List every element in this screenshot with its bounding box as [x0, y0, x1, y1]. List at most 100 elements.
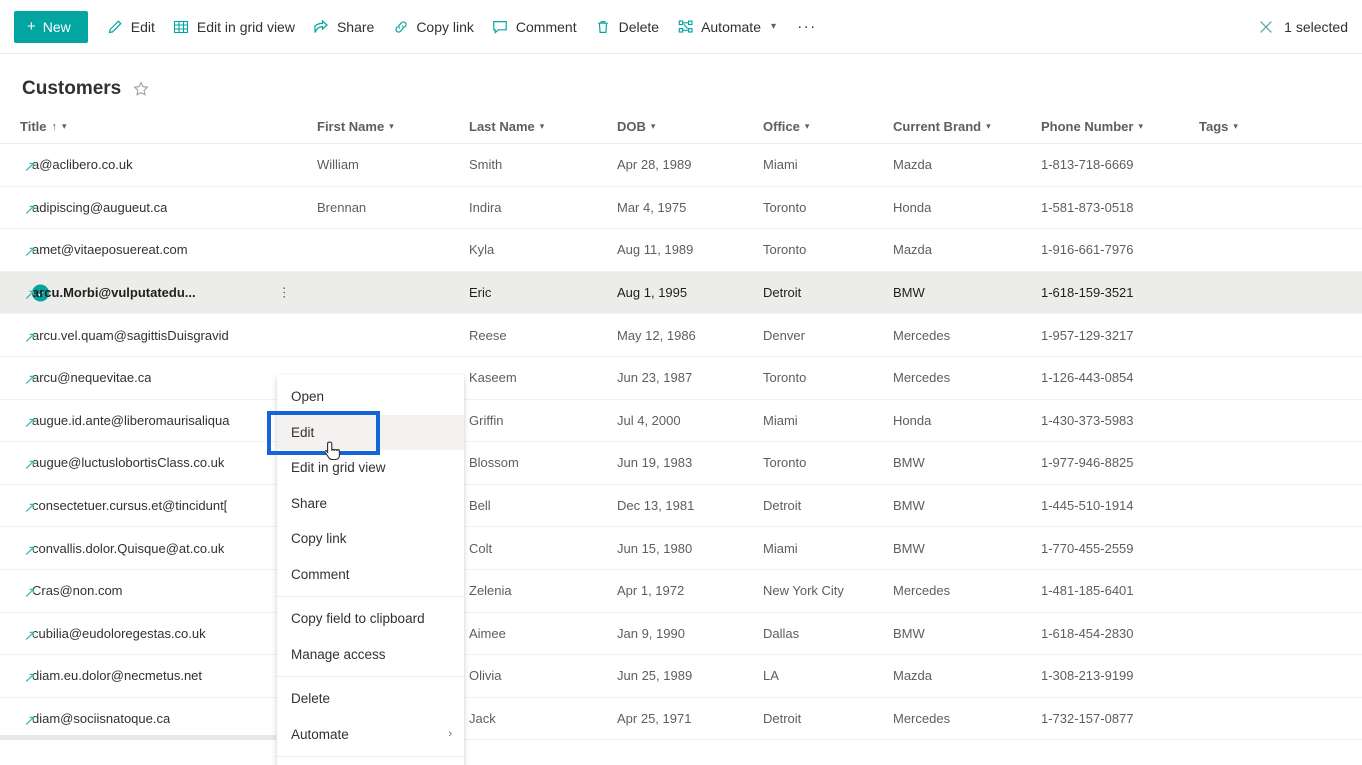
context-menu-item-share[interactable]: Share: [277, 486, 464, 522]
cell-phone-number: 1-770-455-2559: [1041, 540, 1134, 556]
column-header-title[interactable]: Title ↑ ▾: [20, 110, 317, 144]
cell-title[interactable]: augue@luctuslobortisClass.co.uk⋯: [20, 455, 317, 470]
table-row[interactable]: augue.id.ante@liberomaurisaliqua⋯ Griffin…: [0, 400, 1362, 443]
column-header-last-name[interactable]: Last Name ▾: [469, 110, 617, 144]
toolbar-share-button[interactable]: Share: [304, 9, 383, 45]
table-row[interactable]: arcu.Morbi@vulputatedu... ⋯ Eric Aug 1, 199…: [0, 271, 1362, 315]
cell-title[interactable]: convallis.dolor.Quisque@at.co.uk⋯: [20, 541, 317, 556]
cell-office: Detroit: [763, 285, 802, 301]
link-icon: [392, 18, 409, 35]
chevron-down-icon: ▾: [650, 121, 656, 131]
context-menu-item-comment[interactable]: Comment: [277, 557, 464, 593]
chevron-down-icon: ▾: [771, 21, 777, 32]
column-header-dob[interactable]: DOB ▾: [617, 110, 763, 144]
cell-dob: Jul 4, 2000: [617, 412, 681, 428]
chevron-down-icon: ▾: [1138, 121, 1143, 131]
table-row[interactable]: cubilia@eudoloregestas.co.uk⋯ Aimee Jan 9,…: [0, 613, 1362, 656]
cell-title[interactable]: arcu.Morbi@vulputatedu... ⋯: [20, 285, 317, 300]
table-row[interactable]: convallis.dolor.Quisque@at.co.uk⋯ Colt Jun…: [0, 527, 1362, 570]
column-header-current-brand[interactable]: Current Brand ▾: [893, 110, 1041, 144]
selection-status: 1 selected: [1258, 0, 1348, 54]
cell-last-name: Zelenia: [469, 583, 512, 599]
cell-office: Toronto: [763, 242, 807, 258]
column-header-phone-number[interactable]: Phone Number ▾: [1041, 110, 1199, 144]
new-button[interactable]: + New: [14, 10, 88, 43]
column-header-current-brand-label: Current Brand: [893, 119, 982, 134]
table-row[interactable]: augue@luctuslobortisClass.co.uk⋯ Blossom J…: [0, 442, 1362, 485]
context-menu-item-automate[interactable]: Automate ›: [277, 717, 464, 753]
column-header-office[interactable]: Office ▾: [763, 110, 893, 144]
cell-title-text: convallis.dolor.Quisque@at.co.uk: [32, 540, 225, 556]
context-menu-item-edit[interactable]: Edit: [277, 414, 464, 450]
row-more-options-icon[interactable]: ⋯: [277, 286, 292, 300]
table-row[interactable]: a@aclibero.co.uk⋯William Smith Apr 28, 198…: [0, 144, 1362, 187]
cell-dob: Apr 25, 1971: [617, 711, 692, 727]
sort-ascending-icon: ↑: [51, 120, 58, 133]
context-menu-item-label: Comment: [291, 566, 350, 582]
context-menu-divider: [277, 756, 464, 757]
cell-current-brand: BMW: [893, 455, 925, 471]
toolbar-edit-button[interactable]: Edit: [98, 9, 164, 45]
table-row[interactable]: adipiscing@augueut.ca⋯Brennan Indira Mar 4…: [0, 187, 1362, 230]
cell-title[interactable]: diam@sociisnatoque.ca⋯: [20, 711, 317, 726]
table-row[interactable]: consectetuer.cursus.et@tincidunt[⋯ Bell De…: [0, 485, 1362, 528]
context-menu-divider: [277, 596, 464, 597]
column-header-first-name[interactable]: First Name ▾: [317, 110, 469, 144]
context-menu-item-manage-access[interactable]: Manage access: [277, 637, 464, 673]
cell-title[interactable]: cubilia@eudoloregestas.co.uk⋯: [20, 626, 317, 641]
table-row[interactable]: arcu.vel.quam@sagittisDuisgravid⋯ Reese Ma…: [0, 314, 1362, 357]
toolbar-overflow-button[interactable]: ···: [791, 11, 823, 43]
chevron-right-icon: ›: [448, 728, 452, 741]
context-menu-item-copy-field-to-clipboard[interactable]: Copy field to clipboard: [277, 601, 464, 637]
context-menu-item-label: Copy field to clipboard: [291, 611, 425, 627]
cell-dob: Apr 1, 1972: [617, 583, 685, 599]
cell-title-text: arcu.Morbi@vulputatedu...: [32, 285, 196, 301]
star-icon[interactable]: [133, 81, 149, 97]
table-row[interactable]: amet@vitaeposuereat.com⋯ Kyla Aug 11, 1989…: [0, 229, 1362, 272]
cell-title[interactable]: arcu@nequevitae.ca⋯: [20, 370, 317, 385]
external-link-icon: [24, 289, 36, 300]
context-menu-item-label: Manage access: [291, 646, 386, 662]
trash-icon: [595, 18, 612, 35]
cell-phone-number: 1-977-946-8825: [1041, 455, 1134, 471]
list-grid: Title ↑ ▾ First Name ▾ Last Name ▾ DOB ▾…: [0, 110, 1362, 765]
toolbar-copy-link-button[interactable]: Copy link: [383, 9, 483, 45]
cell-title[interactable]: augue.id.ante@liberomaurisaliqua⋯: [20, 413, 317, 428]
cell-last-name: Indira: [469, 199, 502, 215]
cell-dob: Dec 13, 1981: [617, 498, 695, 514]
cell-title-text: diam@sociisnatoque.ca: [32, 711, 171, 727]
context-menu-item-copy-link[interactable]: Copy link: [277, 521, 464, 557]
cell-office: Detroit: [763, 498, 802, 514]
cell-title-text: consectetuer.cursus.et@tincidunt[: [32, 498, 228, 514]
cell-office: Toronto: [763, 370, 807, 386]
cell-phone-number: 1-732-157-0877: [1041, 711, 1134, 727]
table-row[interactable]: Cras@non.com⋯ Zelenia Apr 1, 1972 New York …: [0, 570, 1362, 613]
toolbar-comment-button[interactable]: Comment: [483, 9, 586, 45]
cell-current-brand: Mazda: [893, 242, 933, 258]
toolbar-automate-button[interactable]: Automate ▾: [668, 9, 785, 45]
table-row[interactable]: arcu@nequevitae.ca⋯ Kaseem Jun 23, 1987 Tor…: [0, 357, 1362, 400]
cell-title[interactable]: consectetuer.cursus.et@tincidunt[⋯: [20, 498, 317, 513]
comment-icon: [492, 18, 509, 35]
table-row[interactable]: diam@sociisnatoque.ca⋯ Jack Apr 25, 1971 De…: [0, 698, 1362, 741]
toolbar-share-label: Share: [336, 18, 375, 35]
close-icon[interactable]: [1258, 19, 1274, 35]
toolbar-edit-in-grid-view-button[interactable]: Edit in grid view: [164, 9, 304, 45]
column-header-tags[interactable]: Tags ▾: [1199, 110, 1299, 144]
cell-title[interactable]: diam.eu.dolor@necmetus.net⋯: [20, 668, 317, 683]
context-menu-item-open[interactable]: Open: [277, 379, 464, 415]
cell-dob: Aug 1, 1995: [617, 285, 688, 301]
context-menu-item-edit-in-grid-view[interactable]: Edit in grid view: [277, 450, 464, 486]
table-row[interactable]: diam.eu.dolor@necmetus.net⋯ Olivia Jun 25,…: [0, 655, 1362, 698]
cell-title[interactable]: Cras@non.com⋯: [20, 583, 317, 598]
external-link-icon: [24, 672, 36, 683]
cell-title[interactable]: arcu.vel.quam@sagittisDuisgravid⋯: [20, 328, 317, 343]
toolbar-delete-button[interactable]: Delete: [586, 9, 668, 45]
cell-title[interactable]: adipiscing@augueut.ca⋯: [20, 200, 317, 215]
context-menu-item-delete[interactable]: Delete: [277, 681, 464, 717]
horizontal-scrollbar[interactable]: [0, 735, 276, 741]
context-menu-item-version-history[interactable]: Version history: [277, 761, 464, 765]
cell-title[interactable]: amet@vitaeposuereat.com⋯: [20, 242, 317, 257]
cell-current-brand: Honda: [893, 412, 932, 428]
cell-title[interactable]: a@aclibero.co.uk⋯: [20, 157, 317, 172]
